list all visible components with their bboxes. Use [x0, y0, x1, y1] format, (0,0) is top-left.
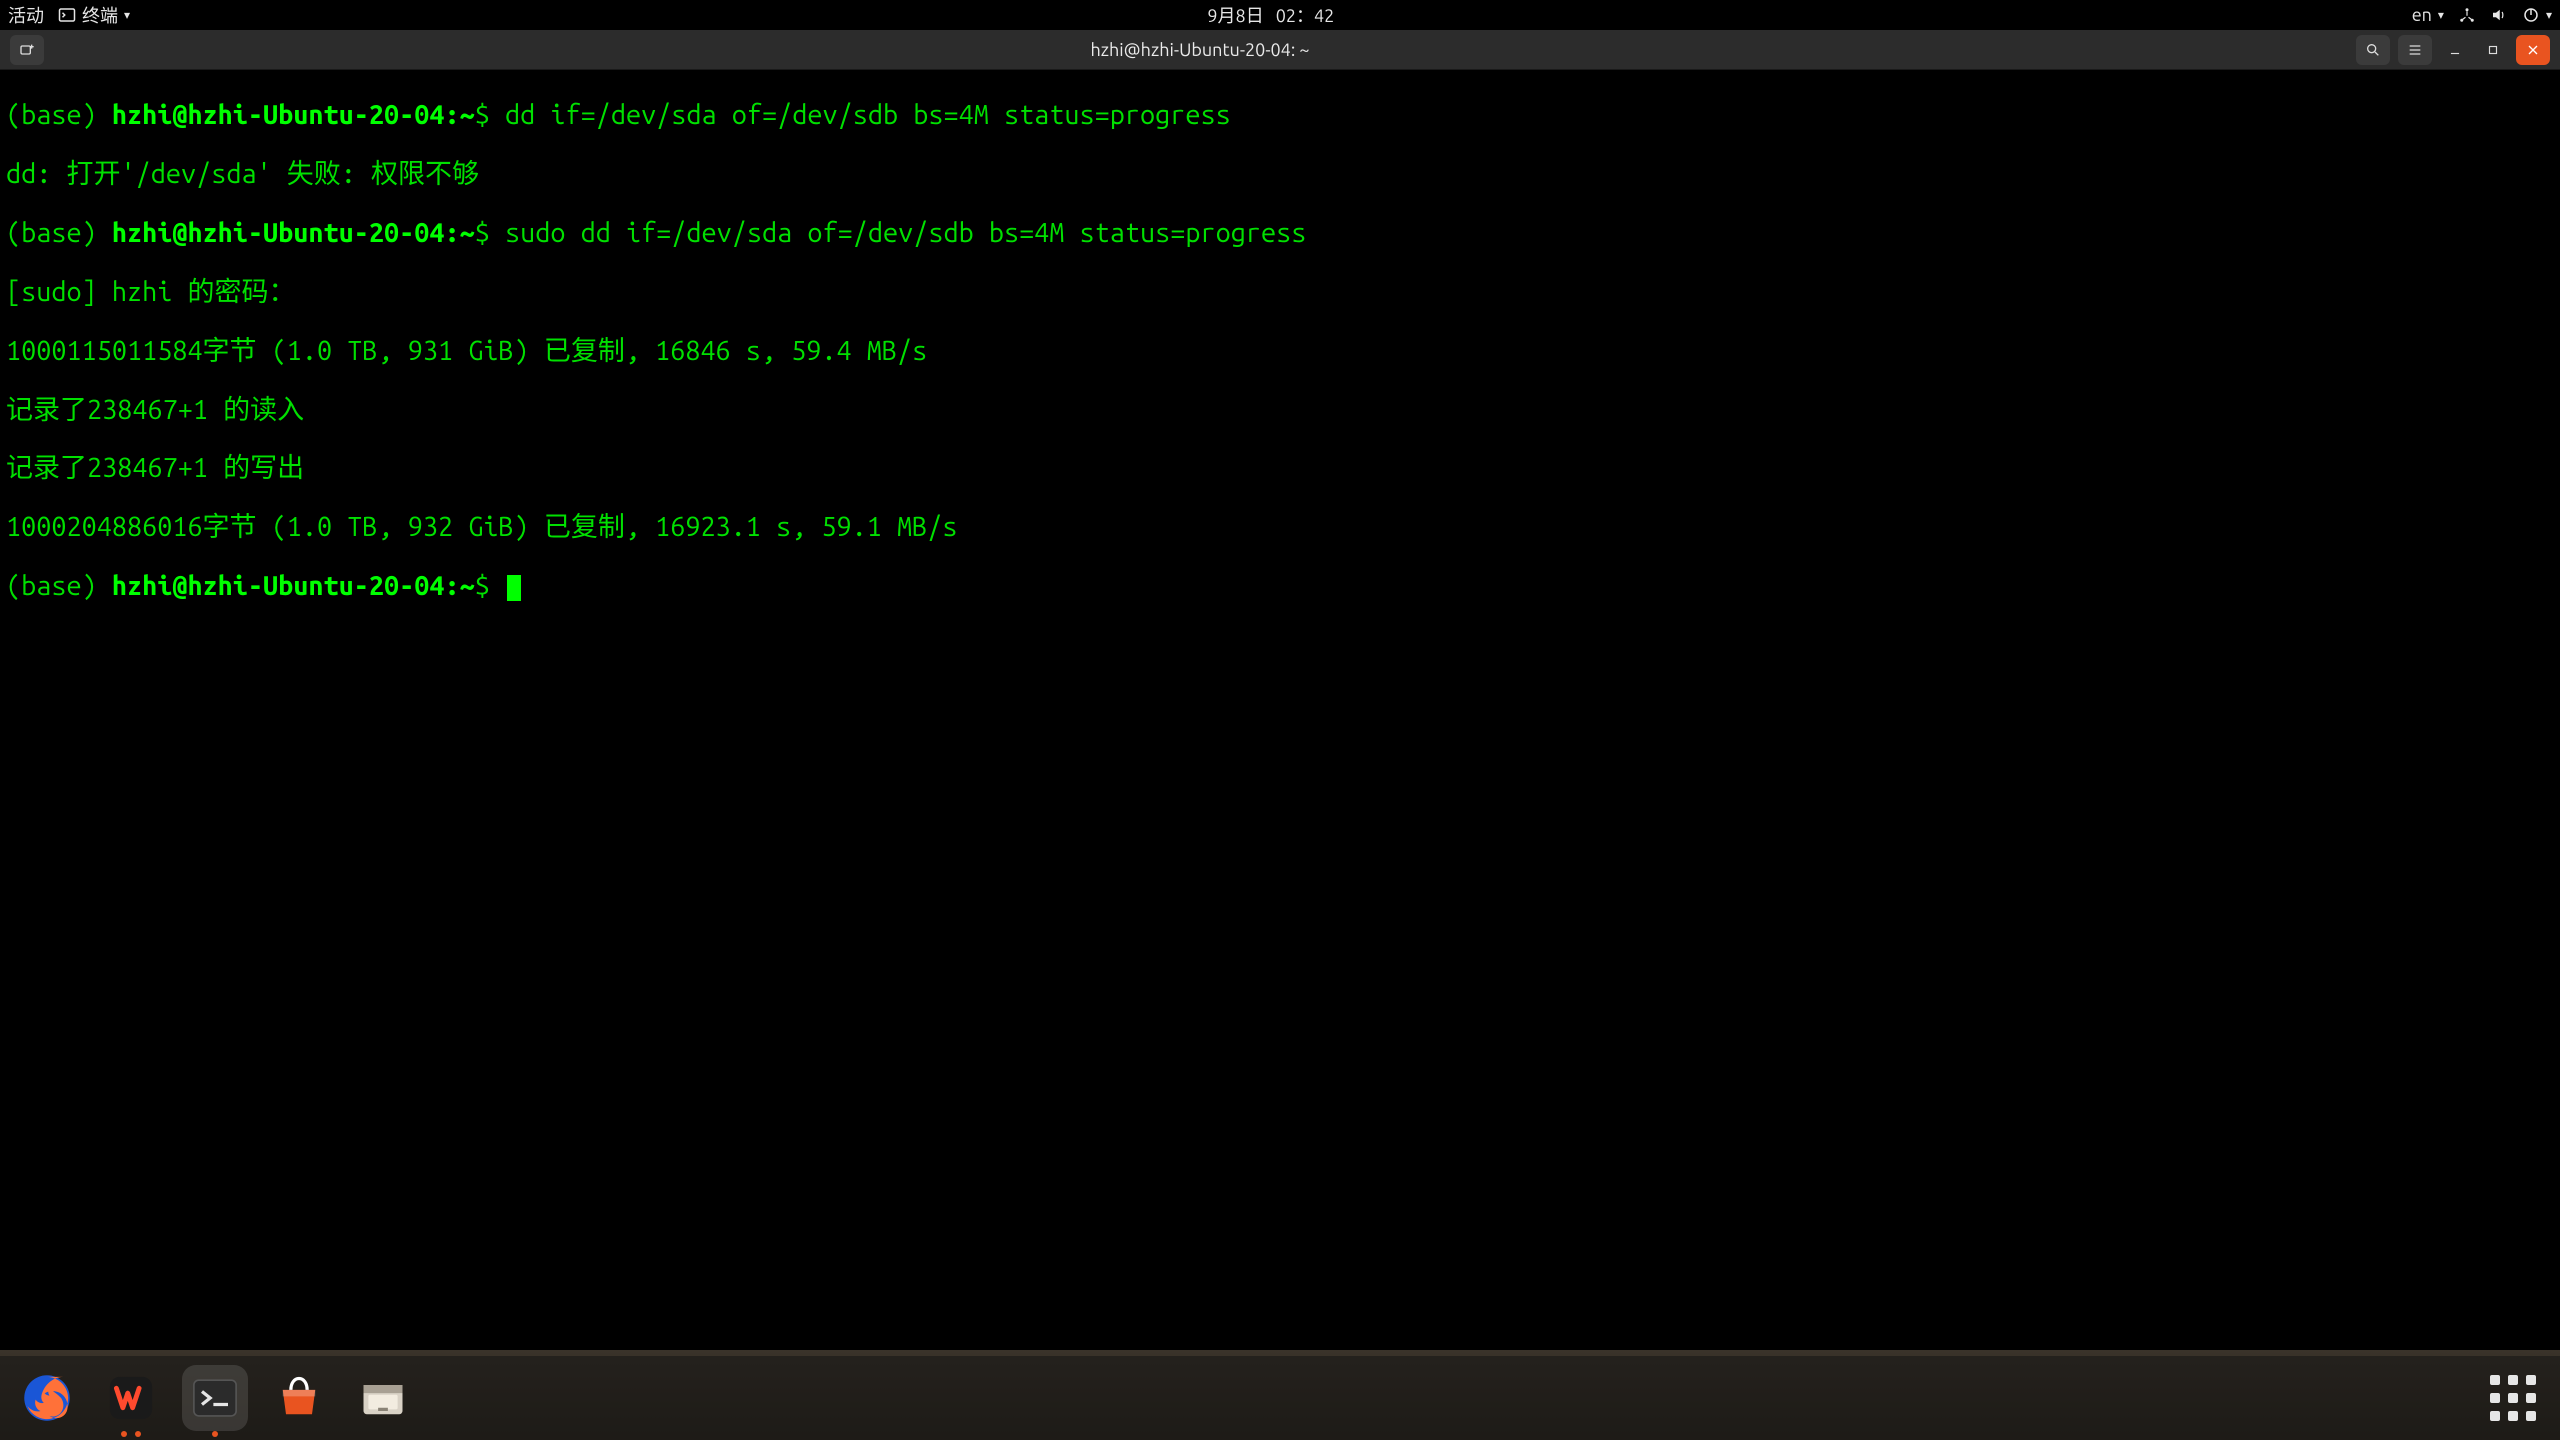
files-icon	[357, 1372, 409, 1424]
firefox-icon	[21, 1372, 73, 1424]
prompt-symbol: $	[475, 571, 505, 601]
gnome-dock	[0, 1356, 2560, 1440]
terminal-line: 1000115011584字节 (1.0 TB, 931 GiB) 已复制, 1…	[6, 337, 2554, 366]
terminal-viewport[interactable]: (base) hzhi@hzhi-Ubuntu-20-04:~$ dd if=/…	[0, 70, 2560, 1350]
chevron-down-icon: ▾	[124, 8, 130, 22]
prompt-path: :~	[444, 100, 474, 130]
dock-app-software[interactable]	[266, 1365, 332, 1431]
prompt-symbol: $	[475, 218, 505, 248]
terminal-line: (base) hzhi@hzhi-Ubuntu-20-04:~$	[6, 572, 2554, 601]
search-button[interactable]	[2356, 35, 2390, 65]
minimize-button[interactable]	[2440, 35, 2470, 65]
maximize-icon	[2486, 43, 2500, 57]
dock-app-files[interactable]	[350, 1365, 416, 1431]
terminal-icon	[189, 1372, 241, 1424]
activities-label: 活动	[8, 2, 44, 28]
software-store-icon	[273, 1372, 325, 1424]
show-applications-button[interactable]	[2480, 1365, 2546, 1431]
new-tab-icon	[19, 42, 35, 58]
terminal-headerbar: hzhi@hzhi-Ubuntu-20-04: ~	[0, 30, 2560, 70]
terminal-line: 记录了238467+1 的读入	[6, 396, 2554, 425]
input-method-indicator[interactable]: en ▾	[2412, 5, 2444, 25]
terminal-icon	[58, 6, 76, 24]
terminal-line: dd: 打开'/dev/sda' 失败: 权限不够	[6, 160, 2554, 189]
prompt-user: hzhi@hzhi-Ubuntu-20-04	[112, 571, 445, 601]
date-label: 9月8日	[1207, 2, 1263, 28]
network-icon	[2458, 6, 2476, 24]
chevron-down-icon: ▾	[2438, 8, 2444, 22]
app-menu[interactable]: 终端 ▾	[58, 2, 130, 28]
prompt-user: hzhi@hzhi-Ubuntu-20-04	[112, 218, 445, 248]
prompt-base: (base)	[6, 100, 112, 130]
app-menu-label: 终端	[82, 2, 118, 28]
terminal-line: 记录了238467+1 的写出	[6, 454, 2554, 483]
apps-grid-icon	[2490, 1375, 2536, 1421]
close-icon	[2525, 42, 2541, 58]
terminal-line: [sudo] hzhi 的密码：	[6, 278, 2554, 307]
prompt-base: (base)	[6, 571, 112, 601]
terminal-line: (base) hzhi@hzhi-Ubuntu-20-04:~$ sudo dd…	[6, 219, 2554, 248]
prompt-base: (base)	[6, 218, 112, 248]
dock-app-firefox[interactable]	[14, 1365, 80, 1431]
prompt-path: :~	[444, 571, 474, 601]
gnome-topbar: 活动 终端 ▾ 9月8日 02：42 en ▾ ▾	[0, 0, 2560, 30]
volume-icon	[2490, 6, 2508, 24]
network-indicator[interactable]	[2458, 6, 2476, 24]
terminal-line: 1000204886016字节 (1.0 TB, 932 GiB) 已复制, 1…	[6, 513, 2554, 542]
dock-app-terminal[interactable]	[182, 1365, 248, 1431]
time-label: 02：42	[1276, 2, 1335, 28]
close-button[interactable]	[2516, 35, 2550, 65]
minimize-icon	[2448, 43, 2462, 57]
command-text: dd if=/dev/sda of=/dev/sdb bs=4M status=…	[505, 100, 1231, 130]
running-indicator-dot	[212, 1431, 218, 1437]
power-indicator[interactable]: ▾	[2522, 6, 2552, 24]
prompt-symbol: $	[475, 100, 505, 130]
power-icon	[2522, 6, 2540, 24]
lang-label: en	[2412, 5, 2432, 25]
search-icon	[2365, 42, 2381, 58]
command-text: sudo dd if=/dev/sda of=/dev/sdb bs=4M st…	[505, 218, 1306, 248]
activities-button[interactable]: 活动	[8, 2, 44, 28]
dock-app-wps[interactable]	[98, 1365, 164, 1431]
new-tab-button[interactable]	[10, 35, 44, 65]
menu-button[interactable]	[2398, 35, 2432, 65]
running-indicator-dot	[121, 1431, 127, 1437]
maximize-button[interactable]	[2478, 35, 2508, 65]
chevron-down-icon: ▾	[2546, 8, 2552, 22]
prompt-path: :~	[444, 218, 474, 248]
wps-icon	[105, 1372, 157, 1424]
terminal-cursor	[507, 575, 521, 601]
volume-indicator[interactable]	[2490, 6, 2508, 24]
window-title: hzhi@hzhi-Ubuntu-20-04: ~	[44, 40, 2356, 60]
running-indicator-dot	[135, 1431, 141, 1437]
hamburger-icon	[2407, 42, 2423, 58]
clock[interactable]: 9月8日 02：42	[1207, 2, 1334, 28]
terminal-line: (base) hzhi@hzhi-Ubuntu-20-04:~$ dd if=/…	[6, 101, 2554, 130]
prompt-user: hzhi@hzhi-Ubuntu-20-04	[112, 100, 445, 130]
